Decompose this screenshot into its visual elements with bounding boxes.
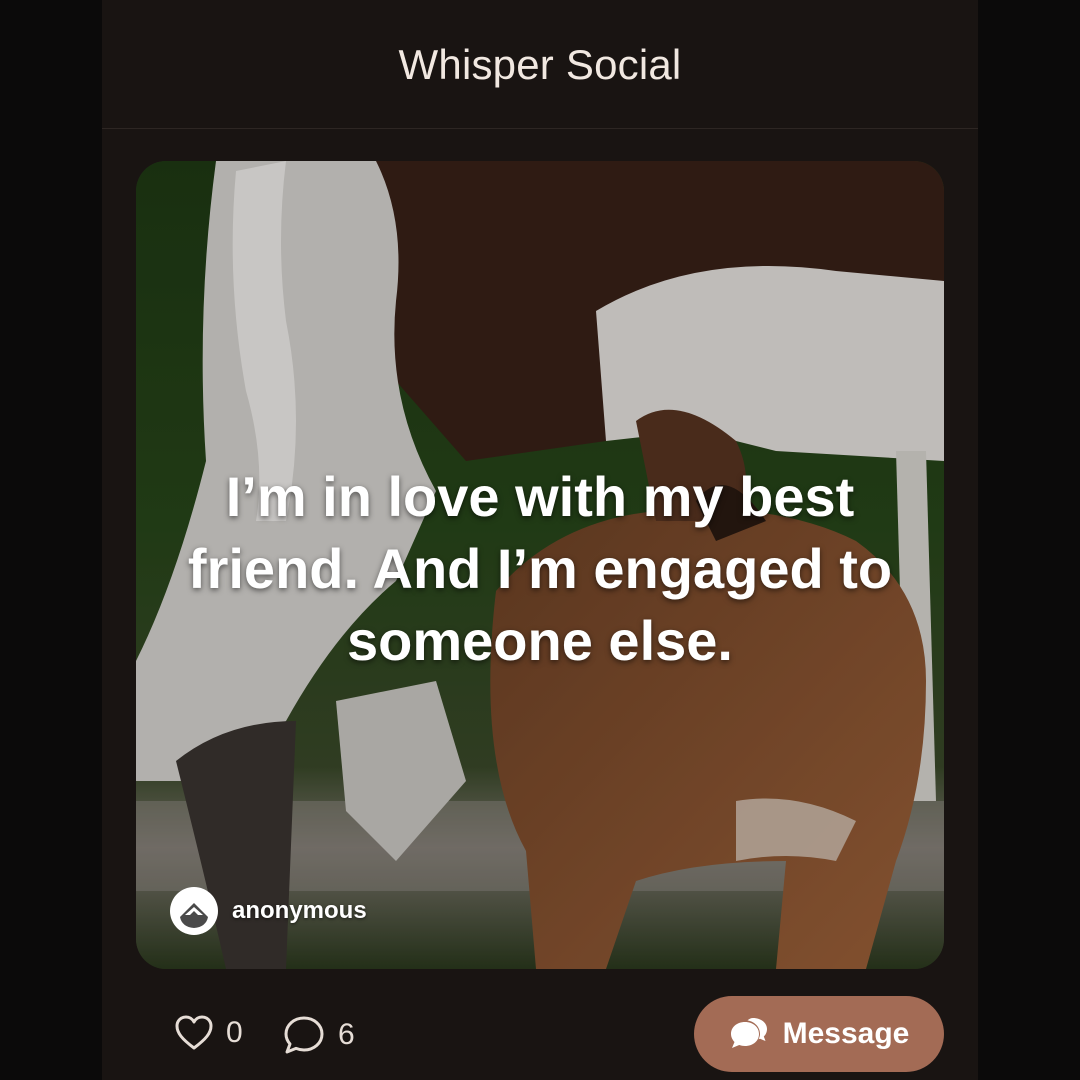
author-name: anonymous — [232, 897, 367, 924]
comment-button[interactable]: 6 — [282, 1014, 355, 1056]
app-header: Whisper Social — [102, 0, 978, 129]
message-label: Message — [782, 1017, 910, 1050]
comment-bubble-icon — [284, 1016, 324, 1054]
mask-avatar-icon — [170, 887, 218, 935]
whisper-text: I’m in love with my best friend. And I’m… — [187, 465, 893, 672]
post-author[interactable]: anonymous — [170, 887, 367, 935]
app-frame: Whisper Social I’m in love with my best … — [102, 0, 978, 1080]
app-title: Whisper Social — [398, 41, 682, 88]
like-button[interactable]: 0 — [174, 1014, 243, 1052]
chat-bubbles-icon — [730, 1018, 767, 1048]
whisper-card[interactable]: I’m in love with my best friend. And I’m… — [136, 161, 944, 969]
comment-count: 6 — [338, 1018, 355, 1051]
message-button[interactable]: Message — [694, 996, 944, 1072]
heart-icon — [175, 1015, 213, 1050]
like-count: 0 — [226, 1016, 243, 1049]
post-actions: 0 6 Message — [102, 994, 978, 1074]
